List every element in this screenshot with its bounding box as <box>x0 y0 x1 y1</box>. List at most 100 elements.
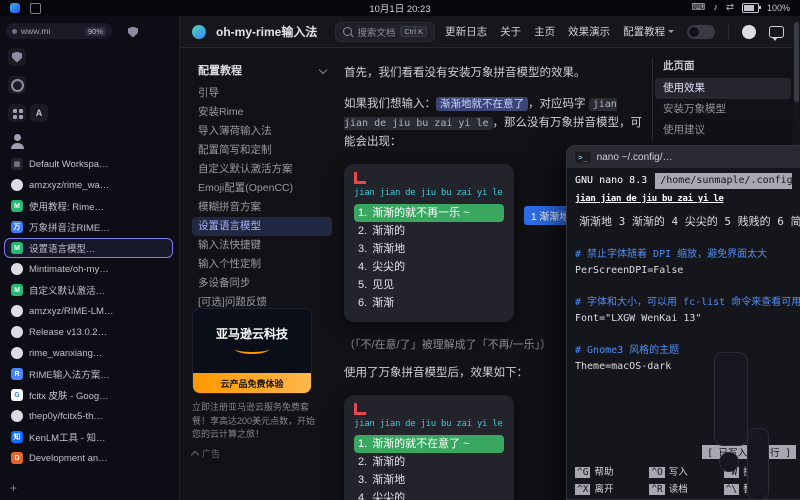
search-box[interactable]: 搜索文档 Ctrl K <box>335 22 435 42</box>
tab-favicon: M <box>11 200 23 212</box>
new-tab-button[interactable]: + <box>10 481 17 495</box>
nav-about[interactable]: 关于 <box>500 24 521 39</box>
grid-apps-icon[interactable] <box>8 104 26 122</box>
doc-sidebar-item[interactable]: 设置语言模型 <box>192 217 332 236</box>
nav-changelog[interactable]: 更新日志 <box>445 24 487 39</box>
doc-sidebar-item[interactable]: 配置简写和定制 <box>192 141 332 160</box>
terminal-line: 渐渐地 3 渐渐的 4 尖尖的 5 贱贱的 6 简简单 <box>575 213 792 231</box>
keyboard-icon[interactable]: ⌨ <box>692 3 706 13</box>
terminal-line: # 禁止字体随着 DPI 缩放，避免界面太大 <box>575 247 792 263</box>
paragraph: 首先，我们看看没有安装万象拼音模型的效果。 <box>344 64 644 83</box>
browser-tab[interactable]: amzxyz/rime_wa… <box>4 175 173 195</box>
browser-sidebar: www.mi 90% A ▦ Default Workspa… amzxyz/r… <box>0 16 180 500</box>
tab-favicon <box>11 179 23 191</box>
github-icon[interactable] <box>742 25 756 39</box>
browser-tab[interactable]: 万 万象拼音注RIME… <box>4 217 173 237</box>
chat-icon[interactable] <box>769 26 784 38</box>
profile-icon[interactable] <box>8 132 26 150</box>
workspace-grid-icon[interactable] <box>30 3 41 14</box>
doc-sidebar-item[interactable]: 引导 <box>192 84 332 103</box>
browser-tab[interactable]: R RIME输入法方案… <box>4 364 173 384</box>
ime-candidate: 2.渐渐的 <box>354 222 504 240</box>
volume-icon[interactable]: ♪ <box>713 3 718 13</box>
nano-version: GNU nano 8.3 <box>575 173 647 189</box>
ad-text[interactable]: 立即注册亚马逊云服务免费套餐！享高达200美元点数，开始您的云计算之旅！ <box>192 401 318 442</box>
browser-tab[interactable]: 知 KenLM工具 - 知… <box>4 427 173 447</box>
ime-candidate: 1.渐渐的就不在意了 ~ <box>354 435 504 453</box>
terminal-titlebar[interactable]: >_ nano ~/.config/… <box>567 146 800 168</box>
site-nav: 更新日志 关于 主页 效果演示 配置教程 <box>445 24 800 40</box>
doc-sidebar-item[interactable]: 模糊拼音方案 <box>192 198 332 217</box>
extension-icon[interactable] <box>8 76 26 94</box>
browser-tab[interactable]: M 自定义默认激活… <box>4 280 173 300</box>
doc-sidebar-item[interactable]: 输入法快捷键 <box>192 236 332 255</box>
browser-tab[interactable]: thep0y/fcitx5-th… <box>4 406 173 426</box>
tab-favicon: ▦ <box>11 158 23 170</box>
browser-tab[interactable]: M 使用教程: Rime… <box>4 196 173 216</box>
doc-sidebar-item[interactable]: 导入薄荷输入法 <box>192 122 332 141</box>
tab-list: ▦ Default Workspa… amzxyz/rime_wa… M 使用教… <box>4 154 173 469</box>
shield-extension-icon[interactable] <box>124 23 142 41</box>
doc-sidebar-item[interactable]: Emoji配置(OpenCC) <box>192 179 332 198</box>
outline-title: 此页面 <box>655 58 791 73</box>
ime-candidate: 6.渐渐 <box>354 294 504 312</box>
browser-tab[interactable]: rime_wanxiang… <box>4 343 173 363</box>
browser-tab[interactable]: G fcitx 皮肤 - Goog… <box>4 385 173 405</box>
outline-item[interactable]: 安装万象模型 <box>655 99 791 120</box>
nano-shortcut: ^O写入 <box>649 464 723 478</box>
doc-sidebar-item[interactable]: 输入个性定制 <box>192 255 332 274</box>
browser-tab[interactable]: ▦ Default Workspa… <box>4 154 173 174</box>
doc-sidebar-item[interactable]: 多设备同步 <box>192 274 332 293</box>
url-bar[interactable]: www.mi 90% <box>6 23 112 39</box>
site-title[interactable]: oh-my-rime输入法 <box>216 23 317 40</box>
nano-shortcut: ^G帮助 <box>575 464 649 478</box>
tab-favicon <box>11 410 23 422</box>
ad-card[interactable]: 亚马逊云科技 云产品免费体验 <box>192 308 312 394</box>
doc-sidebar: 配置教程 引导 安装Rime 导入薄荷输入法 配置简写和定制 自定义默认激活方案… <box>192 62 332 312</box>
browser-tab[interactable]: Release v13.0.2… <box>4 322 173 342</box>
tab-label: amzxyz/rime_wa… <box>29 180 109 191</box>
doc-sidebar-section[interactable]: 配置教程 <box>192 62 332 78</box>
nav-home[interactable]: 主页 <box>534 24 555 39</box>
doc-sidebar-item[interactable]: 自定义默认激活方案 <box>192 160 332 179</box>
terminal-icon: >_ <box>575 152 591 163</box>
outline-item[interactable]: 使用效果 <box>655 78 791 99</box>
dock-widget[interactable] <box>747 428 769 500</box>
browser-tab[interactable]: amzxyz/RIME-LM… <box>4 301 173 321</box>
amazon-smile-icon <box>235 344 269 354</box>
dock-button[interactable] <box>719 452 739 472</box>
scrollbar-thumb[interactable] <box>794 22 799 102</box>
nav-guide[interactable]: 配置教程 <box>623 24 674 39</box>
browser-tab[interactable]: Mintimate/oh-my… <box>4 259 173 279</box>
browser-tab[interactable]: M 设置语言模型… <box>4 238 173 258</box>
zoom-badge[interactable]: 90% <box>85 27 106 36</box>
system-clock[interactable]: 10月1日 20:23 <box>0 1 800 15</box>
site-logo-icon[interactable] <box>192 25 206 39</box>
shield-icon[interactable] <box>8 48 26 66</box>
browser-tab[interactable]: D Development an… <box>4 448 173 468</box>
theme-toggle[interactable] <box>687 25 715 39</box>
terminal-title: nano ~/.config/… <box>597 152 673 163</box>
tab-favicon: M <box>11 284 23 296</box>
ime-candidate: 4.尖尖的 <box>354 258 504 276</box>
outline-item[interactable]: 使用建议 <box>655 120 791 141</box>
terminal-line: Theme=macOS-dark <box>575 359 792 375</box>
site-header: oh-my-rime输入法 搜索文档 Ctrl K 更新日志 关于 主页 效果演… <box>180 16 794 48</box>
terminal-body[interactable]: GNU nano 8.3 /home/sunmaple/.config/fc… … <box>567 168 800 380</box>
terminal-line: # Gnome3 风格的主题 <box>575 343 792 359</box>
nav-demo[interactable]: 效果演示 <box>568 24 610 39</box>
phone-mirror-widget[interactable] <box>714 352 748 446</box>
lock-icon <box>12 29 17 34</box>
ad-label[interactable]: 广告 <box>192 447 220 460</box>
page-outline: 此页面 使用效果 安装万象模型 使用建议 <box>652 58 791 141</box>
tab-label: Default Workspa… <box>29 159 109 170</box>
doc-sidebar-item[interactable]: 安装Rime <box>192 103 332 122</box>
network-icon[interactable]: ⇄ <box>726 3 734 13</box>
tab-favicon: R <box>11 368 23 380</box>
ime-candidate-list: 1.渐渐的就不再一乐 ~ 2.渐渐的 3.渐渐地 4.尖尖的 <box>354 204 504 312</box>
battery-icon[interactable] <box>742 3 759 13</box>
app-launcher-icon[interactable] <box>10 3 20 13</box>
ad-brand: 亚马逊云科技 <box>193 325 311 342</box>
terminal-line <box>575 327 792 343</box>
workspace-avatar[interactable]: A <box>30 104 48 122</box>
